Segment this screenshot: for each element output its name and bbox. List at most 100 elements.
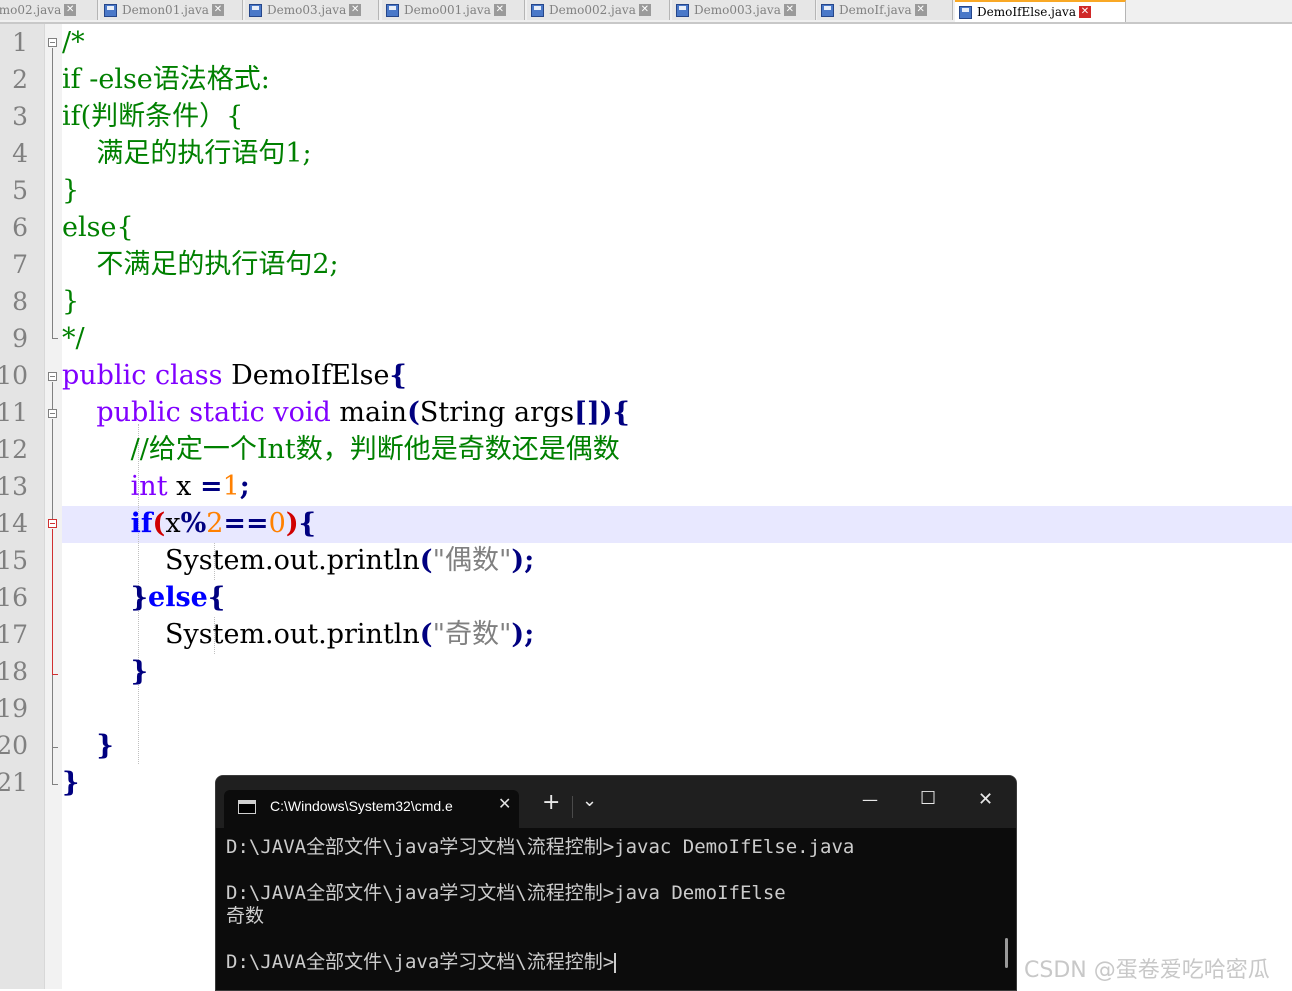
code-line-7: 不满足的执行语句2; (62, 249, 339, 280)
line-number: 5 (12, 176, 28, 205)
brace: { (389, 360, 407, 391)
close-button[interactable]: ✕ (978, 789, 993, 810)
chevron-down-icon[interactable]: ⌄ (582, 790, 597, 811)
save-disk-icon (531, 3, 544, 17)
code-line-21: } (62, 764, 79, 801)
line-number: 19 (0, 694, 28, 723)
line-number: 8 (12, 287, 28, 316)
number: 2 (206, 508, 224, 539)
fold-line (52, 529, 53, 674)
line-number: 7 (12, 250, 28, 279)
save-disk-icon (959, 5, 972, 19)
keyword: void (273, 397, 331, 428)
fold-collapse-icon[interactable] (48, 409, 57, 418)
terminal-tab[interactable]: C:\Windows\System32\cmd.e ✕ (224, 790, 519, 828)
terminal-prompt: D:\JAVA全部文件\java学习文档\流程控制> (226, 951, 615, 973)
brace: } (62, 767, 80, 798)
line-number-gutter: 1 2 3 4 5 6 7 8 9 10 11 12 13 14 15 16 1… (0, 24, 44, 989)
close-icon[interactable]: ✕ (64, 4, 77, 16)
save-disk-icon (104, 3, 117, 17)
line-number: 20 (0, 731, 28, 760)
brace: } (96, 730, 114, 761)
terminal-prompt-line[interactable]: D:\JAVA全部文件\java学习文档\流程控制> (226, 951, 617, 974)
code-line-1: /* (62, 27, 85, 58)
line-number: 21 (0, 768, 28, 797)
terminal-title-bar: C:\Windows\System32\cmd.e ✕ + ⌄ — ☐ ✕ (216, 776, 1016, 828)
close-icon[interactable]: ✕ (498, 794, 511, 813)
string-literal: "偶数" (432, 545, 512, 576)
fold-line (52, 675, 53, 747)
line-number: 4 (12, 139, 28, 168)
terminal-scrollbar[interactable] (1005, 938, 1008, 968)
class-name: DemoIfElse (231, 360, 390, 391)
paren: ); (511, 619, 535, 650)
paren: ) (285, 508, 299, 539)
tab-demo002[interactable]: Demo002.java ✕ (527, 0, 670, 20)
line-number: 16 (0, 583, 28, 612)
tab-demo003[interactable]: Demo003.java ✕ (672, 0, 816, 20)
close-icon[interactable]: ✕ (638, 4, 651, 16)
terminal-tab-title: C:\Windows\System32\cmd.e (270, 798, 453, 814)
code-line-10: public class DemoIfElse{ (62, 357, 407, 394)
close-icon[interactable]: ✕ (783, 4, 796, 16)
close-icon[interactable]: ✕ (349, 4, 362, 16)
line-number: 9 (12, 324, 28, 353)
tab-demo001[interactable]: Demo001.java ✕ (382, 0, 525, 20)
close-icon[interactable]: ✕ (1079, 6, 1091, 18)
close-icon[interactable]: ✕ (211, 4, 224, 16)
operator: == (223, 508, 269, 539)
close-icon[interactable]: ✕ (914, 4, 927, 16)
fold-end-mark (52, 784, 58, 785)
paren: ( (152, 508, 166, 539)
line-number: 6 (12, 213, 28, 242)
fold-collapse-icon[interactable] (48, 38, 57, 47)
fold-collapse-icon[interactable] (48, 519, 57, 528)
line-comment: //给定一个Int数，判断他是奇数还是偶数 (130, 434, 620, 465)
tab-label: Demo002.java (549, 3, 636, 17)
variable: x (165, 508, 181, 539)
method-call: System.out.println (165, 619, 420, 650)
save-disk-icon (676, 3, 689, 17)
paren: ( (419, 545, 433, 576)
code-line-14: if(x%2==0){ (62, 505, 316, 542)
line-number: 10 (0, 361, 28, 390)
terminal-output-line: D:\JAVA全部文件\java学习文档\流程控制>javac DemoIfEl… (226, 836, 855, 858)
code-line-15: System.out.println("偶数"); (62, 542, 534, 579)
brace: } (130, 582, 149, 613)
text-cursor (614, 952, 617, 973)
tab-demon01[interactable]: Demon01.java ✕ (100, 0, 243, 20)
save-disk-icon (249, 3, 262, 17)
tab-demo03[interactable]: Demo03.java ✕ (245, 0, 379, 20)
tab-demoifelse[interactable]: DemoIfElse.java ✕ (955, 0, 1126, 22)
tab-demo02[interactable]: Demo02.java ✕ (0, 0, 98, 20)
brace: { (612, 397, 630, 428)
watermark: CSDN @蛋卷爱吃哈密瓜 (1024, 958, 1270, 983)
operator: % (180, 508, 207, 539)
close-icon[interactable]: ✕ (493, 4, 506, 16)
save-disk-icon (821, 3, 834, 17)
minimize-button[interactable]: — (862, 790, 878, 809)
maximize-button[interactable]: ☐ (920, 788, 936, 809)
code-line-16: }else{ (62, 579, 226, 616)
new-tab-button[interactable]: + (542, 790, 560, 815)
code-line-5: } (62, 175, 80, 206)
code-line-9: */ (62, 323, 85, 354)
line-number: 14 (0, 509, 28, 538)
cmd-icon (238, 800, 256, 814)
keyword: class (154, 360, 223, 391)
keyword: public (62, 360, 147, 391)
terminal-output-line: D:\JAVA全部文件\java学习文档\流程控制>java DemoIfEls… (226, 882, 786, 904)
code-line-13: int x =1; (62, 468, 250, 505)
tab-demoif[interactable]: DemoIf.java ✕ (817, 0, 953, 20)
operator: = (199, 471, 223, 502)
fold-collapse-icon[interactable] (48, 372, 57, 381)
variable: x (176, 471, 192, 502)
paren: ); (511, 545, 535, 576)
line-number: 2 (12, 65, 28, 94)
terminal-window[interactable]: C:\Windows\System32\cmd.e ✕ + ⌄ — ☐ ✕ D:… (215, 775, 1017, 991)
string-literal: "奇数" (432, 619, 512, 650)
tab-label: DemoIf.java (839, 3, 912, 17)
code-line-3: if(判断条件）{ (62, 101, 244, 132)
line-number: 15 (0, 546, 28, 575)
brace: { (298, 508, 316, 539)
